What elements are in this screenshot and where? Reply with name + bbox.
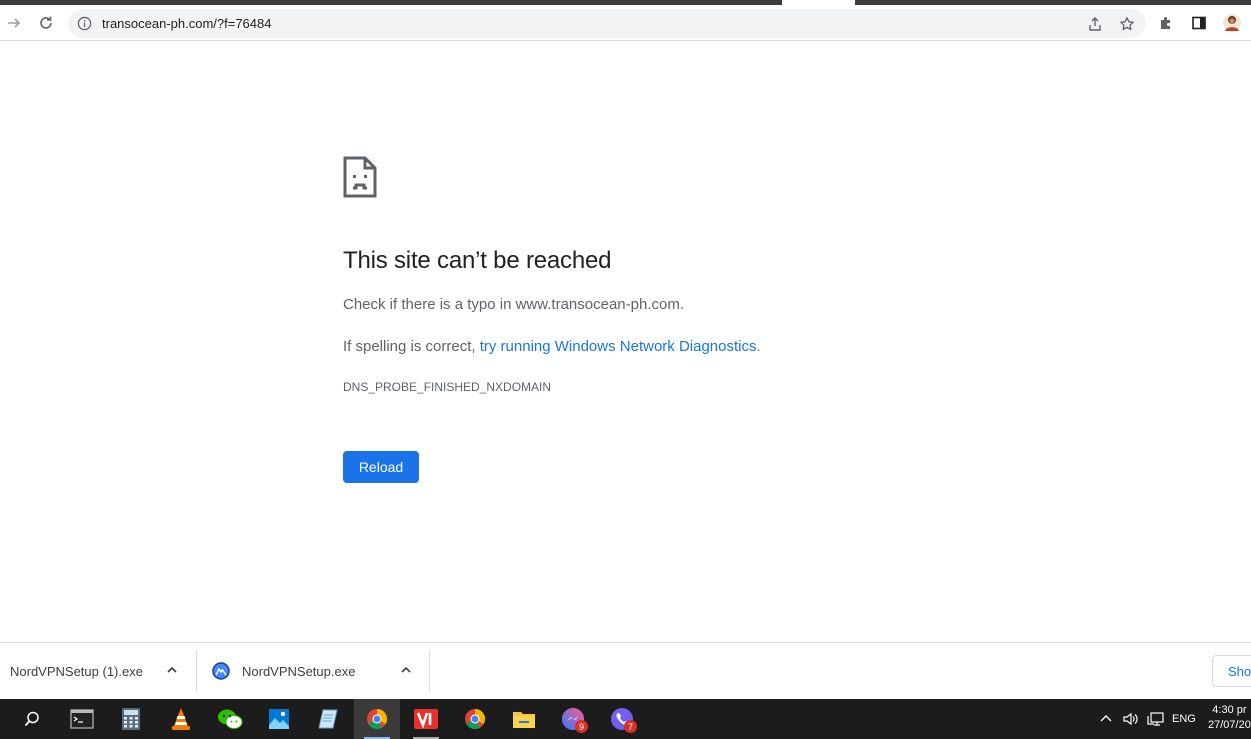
download-item-2[interactable]: NordVPNSetup.exe [212, 650, 355, 692]
notification-badge: 9 [575, 720, 588, 733]
taskbar-messenger[interactable]: 9 [550, 699, 596, 739]
vlc-icon [172, 708, 190, 730]
taskbar-chrome-active[interactable] [354, 699, 400, 739]
download-item-1[interactable]: NordVPNSetup (1).exe [10, 650, 143, 692]
search-icon [24, 711, 39, 727]
taskbar-search-button[interactable] [9, 699, 55, 739]
bookmark-star-icon[interactable] [1117, 14, 1137, 34]
error-title: This site can’t be reached [343, 247, 612, 274]
download-separator [429, 650, 430, 692]
reload-button[interactable]: Reload [343, 451, 419, 483]
network-button[interactable] [1147, 699, 1165, 739]
diagnostics-hint-suffix: . [756, 338, 761, 355]
network-diagnostics-link[interactable]: try running Windows Network Diagnostics [480, 338, 757, 355]
taskbar-calculator[interactable] [108, 699, 154, 739]
refresh-icon [40, 16, 52, 29]
url-text[interactable]: transocean-ph.com/?f=76484 [102, 16, 271, 31]
avatar-icon [1223, 14, 1241, 32]
taskbar-file-explorer[interactable] [501, 699, 547, 739]
taskbar-vlc[interactable] [158, 699, 204, 739]
typo-hint: Check if there is a typo in www.transoce… [343, 296, 684, 313]
chrome-icon [465, 708, 486, 730]
refresh-button[interactable] [32, 9, 60, 37]
file-explorer-icon [513, 712, 535, 728]
language-indicator[interactable]: ENG [1172, 699, 1196, 739]
forward-button[interactable] [0, 9, 28, 37]
taskbar-chrome[interactable] [452, 699, 498, 739]
taskbar-vi-app[interactable] [403, 699, 449, 739]
network-wired-icon [1147, 712, 1164, 726]
sad-document-icon [343, 156, 377, 198]
notepad-icon [318, 709, 338, 729]
chevron-up-icon [1100, 715, 1112, 722]
calculator-icon [122, 708, 140, 730]
clock[interactable]: 4:30 pr 27/07/20 [1208, 703, 1251, 733]
download-item-2-menu[interactable] [398, 662, 414, 678]
error-code: DNS_PROBE_FINISHED_NXDOMAIN [343, 380, 552, 394]
chevron-up-icon [167, 666, 177, 673]
show-all-downloads-button[interactable]: Show [1212, 655, 1251, 687]
taskbar-photos[interactable] [256, 699, 302, 739]
diagnostics-hint-prefix: If spelling is correct, [343, 338, 480, 355]
download-item-name: NordVPNSetup (1).exe [10, 663, 143, 679]
profile-button[interactable] [1218, 9, 1246, 37]
notification-badge: 7 [624, 720, 637, 733]
terminal-icon [70, 709, 94, 729]
download-shelf: NordVPNSetup (1).exe NordVPNSetup.exe Sh… [0, 642, 1251, 699]
chrome-icon [367, 708, 388, 730]
side-panel-button[interactable] [1185, 9, 1213, 37]
wechat-icon [218, 709, 243, 729]
chevron-up-icon [401, 666, 411, 673]
photos-icon [269, 709, 289, 729]
download-item-1-menu[interactable] [164, 662, 180, 678]
browser-toolbar: transocean-ph.com/?f=76484 [0, 5, 1251, 41]
speaker-icon [1123, 712, 1138, 726]
puzzle-icon [1161, 17, 1170, 29]
taskbar-terminal[interactable] [59, 699, 105, 739]
windows-taskbar: 9 7 ENG 4:30 pr 27/07/20 [0, 699, 1251, 739]
tray-overflow-button[interactable] [1099, 699, 1113, 739]
side-panel-icon [1192, 16, 1206, 30]
forward-arrow-icon [8, 18, 21, 28]
extensions-button[interactable] [1152, 9, 1180, 37]
share-icon[interactable] [1085, 14, 1105, 34]
diagnostics-hint: If spelling is correct, try running Wind… [343, 338, 761, 355]
nordvpn-icon [212, 662, 230, 680]
download-item-name: NordVPNSetup.exe [242, 663, 356, 679]
taskbar-notepad[interactable] [305, 699, 351, 739]
address-bar[interactable]: transocean-ph.com/?f=76484 [68, 9, 1146, 38]
taskbar-viber[interactable]: 7 [599, 699, 645, 739]
site-info-icon[interactable] [76, 15, 93, 32]
clock-time: 4:30 pr [1212, 704, 1247, 716]
download-separator [196, 650, 197, 692]
clock-date: 27/07/20 [1208, 719, 1251, 731]
vi-app-icon [414, 709, 438, 729]
taskbar-wechat[interactable] [207, 699, 253, 739]
language-label: ENG [1172, 713, 1196, 725]
volume-button[interactable] [1122, 699, 1140, 739]
